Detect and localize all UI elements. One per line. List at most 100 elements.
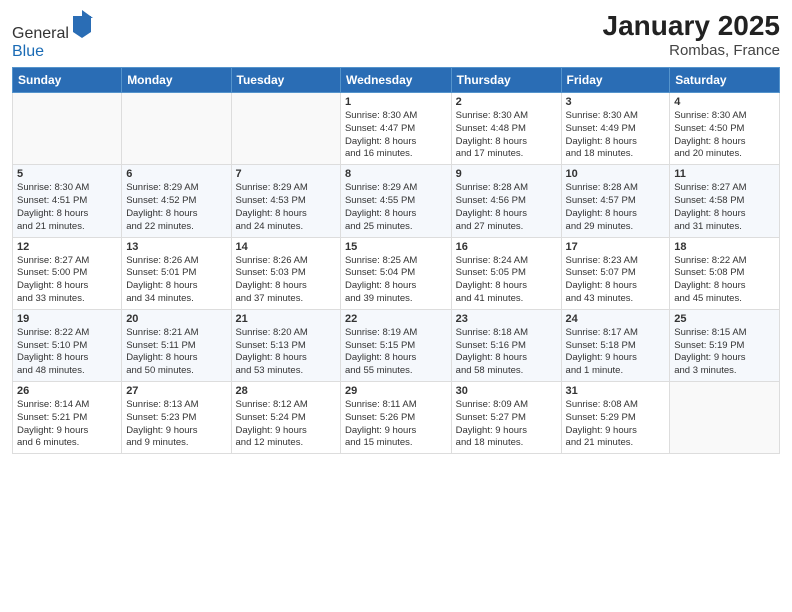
header-friday: Friday xyxy=(561,68,670,93)
table-row: 2 Sunrise: 8:30 AM Sunset: 4:48 PM Daylig… xyxy=(451,93,561,165)
day-info: Sunrise: 8:11 AM Sunset: 5:26 PM Dayligh… xyxy=(345,399,447,450)
day-info: Sunrise: 8:30 AM Sunset: 4:48 PM Dayligh… xyxy=(456,110,557,161)
calendar-week-row: 5Sunrise: 8:30 AM Sunset: 4:51 PM Daylig… xyxy=(13,165,780,237)
day-info: Sunrise: 8:29 AM Sunset: 4:52 PM Dayligh… xyxy=(126,182,226,233)
calendar-week-row: 26 Sunrise: 8:14 AM Sunset: 5:21 PM Dayli… xyxy=(13,382,780,454)
calendar-table: Sunday Monday Tuesday Wednesday Thursday… xyxy=(12,67,780,454)
calendar-week-row: 1Sunrise: 8:30 AM Sunset: 4:47 PM Daylig… xyxy=(13,93,780,165)
table-row: 31Sunrise: 8:08 AM Sunset: 5:29 PM Dayli… xyxy=(561,382,670,454)
day-info: Sunrise: 8:30 AM Sunset: 4:49 PM Dayligh… xyxy=(566,110,666,161)
day-info: Sunrise: 8:30 AM Sunset: 4:47 PM Dayligh… xyxy=(345,110,447,161)
day-number: 13 xyxy=(126,241,226,253)
table-row: 14Sunrise: 8:26 AM Sunset: 5:03 PM Dayli… xyxy=(231,237,340,309)
header-monday: Monday xyxy=(122,68,231,93)
table-row: 12 Sunrise: 8:27 AM Sunset: 5:00 PM Dayli… xyxy=(13,237,122,309)
day-number: 8 xyxy=(345,168,447,180)
table-row: 1Sunrise: 8:30 AM Sunset: 4:47 PM Daylig… xyxy=(340,93,451,165)
table-row: 26 Sunrise: 8:14 AM Sunset: 5:21 PM Dayli… xyxy=(13,382,122,454)
day-number: 2 xyxy=(456,96,557,108)
day-info: Sunrise: 8:22 AM Sunset: 5:10 PM Dayligh… xyxy=(17,327,117,378)
day-info: Sunrise: 8:20 AM Sunset: 5:13 PM Dayligh… xyxy=(236,327,336,378)
day-info: Sunrise: 8:27 AM Sunset: 4:58 PM Dayligh… xyxy=(674,182,775,233)
logo: General Blue xyxy=(12,10,93,61)
day-number: 27 xyxy=(126,385,226,397)
day-number: 11 xyxy=(674,168,775,180)
day-info: Sunrise: 8:25 AM Sunset: 5:04 PM Dayligh… xyxy=(345,255,447,306)
day-number: 3 xyxy=(566,96,666,108)
day-info: Sunrise: 8:14 AM Sunset: 5:21 PM Dayligh… xyxy=(17,399,117,450)
day-info: Sunrise: 8:28 AM Sunset: 4:56 PM Dayligh… xyxy=(456,182,557,233)
logo-general-text: General xyxy=(12,25,69,42)
table-row: 16 Sunrise: 8:24 AM Sunset: 5:05 PM Dayli… xyxy=(451,237,561,309)
day-number: 18 xyxy=(674,241,775,253)
day-info: Sunrise: 8:26 AM Sunset: 5:01 PM Dayligh… xyxy=(126,255,226,306)
table-row: 22 Sunrise: 8:19 AM Sunset: 5:15 PM Dayli… xyxy=(340,309,451,381)
day-number: 9 xyxy=(456,168,557,180)
day-info: Sunrise: 8:18 AM Sunset: 5:16 PM Dayligh… xyxy=(456,327,557,378)
header-sunday: Sunday xyxy=(13,68,122,93)
table-row xyxy=(122,93,231,165)
table-row: 20Sunrise: 8:21 AM Sunset: 5:11 PM Dayli… xyxy=(122,309,231,381)
day-info: Sunrise: 8:13 AM Sunset: 5:23 PM Dayligh… xyxy=(126,399,226,450)
day-info: Sunrise: 8:15 AM Sunset: 5:19 PM Dayligh… xyxy=(674,327,775,378)
table-row: 5Sunrise: 8:30 AM Sunset: 4:51 PM Daylig… xyxy=(13,165,122,237)
table-row: 13 Sunrise: 8:26 AM Sunset: 5:01 PM Dayli… xyxy=(122,237,231,309)
day-number: 24 xyxy=(566,313,666,325)
day-info: Sunrise: 8:26 AM Sunset: 5:03 PM Dayligh… xyxy=(236,255,336,306)
day-number: 30 xyxy=(456,385,557,397)
table-row: 27 Sunrise: 8:13 AM Sunset: 5:23 PM Dayli… xyxy=(122,382,231,454)
calendar-week-row: 12 Sunrise: 8:27 AM Sunset: 5:00 PM Dayli… xyxy=(13,237,780,309)
table-row: 23 Sunrise: 8:18 AM Sunset: 5:16 PM Dayli… xyxy=(451,309,561,381)
day-number: 10 xyxy=(566,168,666,180)
table-row: 21 Sunrise: 8:20 AM Sunset: 5:13 PM Dayli… xyxy=(231,309,340,381)
header-saturday: Saturday xyxy=(670,68,780,93)
day-number: 22 xyxy=(345,313,447,325)
day-number: 17 xyxy=(566,241,666,253)
table-row: 11 Sunrise: 8:27 AM Sunset: 4:58 PM Dayli… xyxy=(670,165,780,237)
table-row: 25Sunrise: 8:15 AM Sunset: 5:19 PM Dayli… xyxy=(670,309,780,381)
day-number: 7 xyxy=(236,168,336,180)
day-info: Sunrise: 8:19 AM Sunset: 5:15 PM Dayligh… xyxy=(345,327,447,378)
table-row: 8 Sunrise: 8:29 AM Sunset: 4:55 PM Daylig… xyxy=(340,165,451,237)
day-info: Sunrise: 8:09 AM Sunset: 5:27 PM Dayligh… xyxy=(456,399,557,450)
day-number: 31 xyxy=(566,385,666,397)
table-row: 9 Sunrise: 8:28 AM Sunset: 4:56 PM Daylig… xyxy=(451,165,561,237)
calendar-subtitle: Rombas, France xyxy=(603,42,780,59)
day-number: 6 xyxy=(126,168,226,180)
table-row: 7 Sunrise: 8:29 AM Sunset: 4:53 PM Daylig… xyxy=(231,165,340,237)
table-row: 17 Sunrise: 8:23 AM Sunset: 5:07 PM Dayli… xyxy=(561,237,670,309)
table-row: 10Sunrise: 8:28 AM Sunset: 4:57 PM Dayli… xyxy=(561,165,670,237)
day-number: 21 xyxy=(236,313,336,325)
day-number: 28 xyxy=(236,385,336,397)
table-row: 30 Sunrise: 8:09 AM Sunset: 5:27 PM Dayli… xyxy=(451,382,561,454)
calendar-week-row: 19Sunrise: 8:22 AM Sunset: 5:10 PM Dayli… xyxy=(13,309,780,381)
day-number: 16 xyxy=(456,241,557,253)
table-row: 18 Sunrise: 8:22 AM Sunset: 5:08 PM Dayli… xyxy=(670,237,780,309)
day-info: Sunrise: 8:22 AM Sunset: 5:08 PM Dayligh… xyxy=(674,255,775,306)
day-info: Sunrise: 8:29 AM Sunset: 4:53 PM Dayligh… xyxy=(236,182,336,233)
day-info: Sunrise: 8:27 AM Sunset: 5:00 PM Dayligh… xyxy=(17,255,117,306)
day-info: Sunrise: 8:12 AM Sunset: 5:24 PM Dayligh… xyxy=(236,399,336,450)
title-block: January 2025 Rombas, France xyxy=(603,10,780,59)
day-number: 20 xyxy=(126,313,226,325)
table-row xyxy=(231,93,340,165)
day-info: Sunrise: 8:23 AM Sunset: 5:07 PM Dayligh… xyxy=(566,255,666,306)
day-number: 4 xyxy=(674,96,775,108)
day-info: Sunrise: 8:24 AM Sunset: 5:05 PM Dayligh… xyxy=(456,255,557,306)
header-wednesday: Wednesday xyxy=(340,68,451,93)
day-number: 23 xyxy=(456,313,557,325)
table-row xyxy=(670,382,780,454)
day-number: 12 xyxy=(17,241,117,253)
table-row: 19Sunrise: 8:22 AM Sunset: 5:10 PM Dayli… xyxy=(13,309,122,381)
day-info: Sunrise: 8:30 AM Sunset: 4:50 PM Dayligh… xyxy=(674,110,775,161)
day-number: 26 xyxy=(17,385,117,397)
page-header: General Blue January 2025 Rombas, France xyxy=(12,10,780,61)
logo-blue-text: Blue xyxy=(12,43,44,60)
table-row: 29Sunrise: 8:11 AM Sunset: 5:26 PM Dayli… xyxy=(340,382,451,454)
day-info: Sunrise: 8:29 AM Sunset: 4:55 PM Dayligh… xyxy=(345,182,447,233)
header-thursday: Thursday xyxy=(451,68,561,93)
table-row: 6 Sunrise: 8:29 AM Sunset: 4:52 PM Daylig… xyxy=(122,165,231,237)
table-row: 28 Sunrise: 8:12 AM Sunset: 5:24 PM Dayli… xyxy=(231,382,340,454)
header-tuesday: Tuesday xyxy=(231,68,340,93)
table-row: 24Sunrise: 8:17 AM Sunset: 5:18 PM Dayli… xyxy=(561,309,670,381)
